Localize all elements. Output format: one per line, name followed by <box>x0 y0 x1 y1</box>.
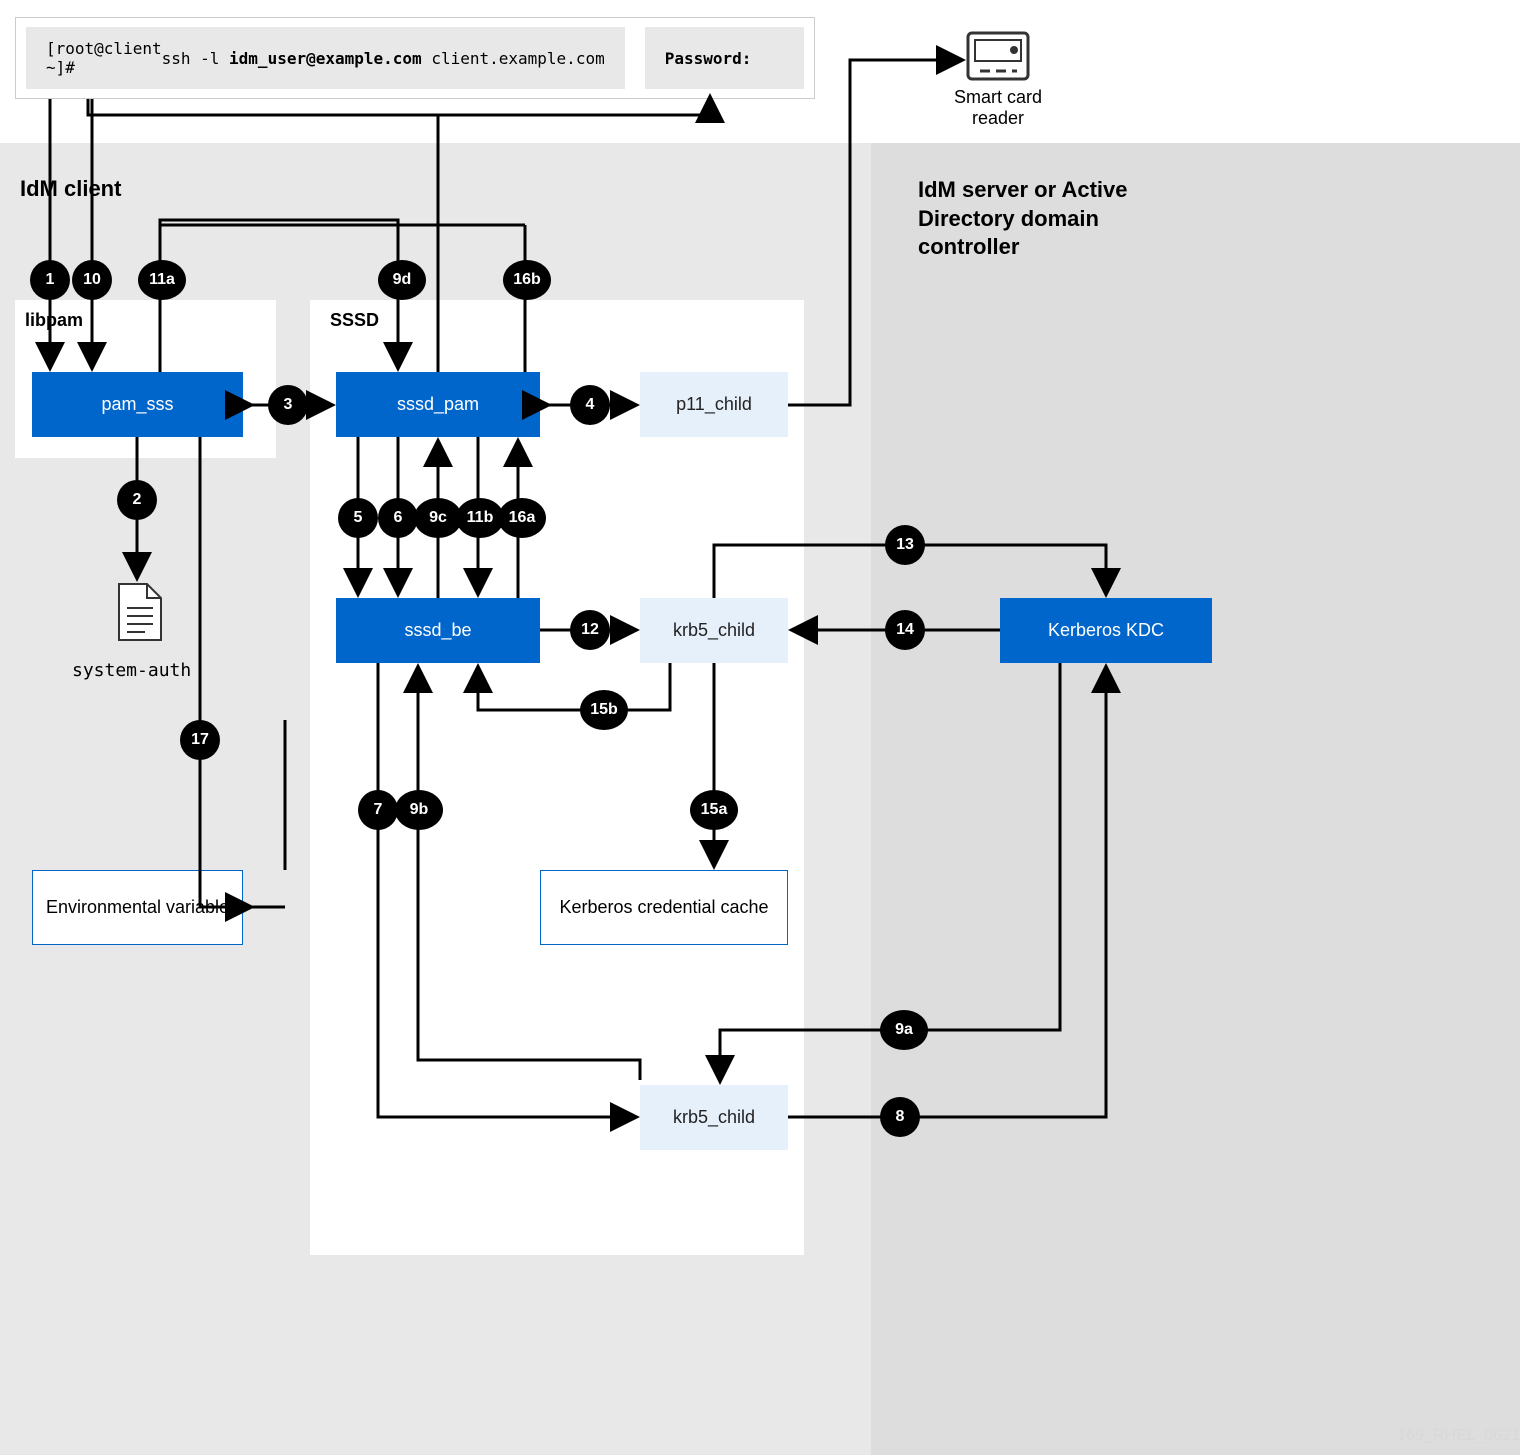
idm-client-label: IdM client <box>20 176 121 202</box>
document-icon <box>117 582 163 647</box>
terminal-ssh-1: ssh -l <box>162 49 229 68</box>
krb5-child-1-box: krb5_child <box>640 598 788 663</box>
badge-13: 13 <box>885 525 925 565</box>
kerberos-credential-cache-box: Kerberos credential cache <box>540 870 788 945</box>
system-auth-label: system-auth <box>72 660 191 681</box>
terminal-password-box: Password: <box>645 27 804 89</box>
badge-14: 14 <box>885 610 925 650</box>
pam-sss-box: pam_sss <box>32 372 243 437</box>
badge-9a: 9a <box>880 1010 928 1050</box>
badge-17: 17 <box>180 720 220 760</box>
badge-9d: 9d <box>378 260 426 300</box>
badge-9b: 9b <box>395 790 443 830</box>
krb5-child-2-box: krb5_child <box>640 1085 788 1150</box>
idm-server-background <box>871 143 1520 1455</box>
footer-code: 169_RHEL_0621 <box>1397 1427 1520 1445</box>
sssd-pam-box: sssd_pam <box>336 372 540 437</box>
terminal-prompt: [root@client ~]# <box>46 39 162 77</box>
badge-8: 8 <box>880 1097 920 1137</box>
terminal-ssh-2: client.example.com <box>422 49 605 68</box>
environmental-variable-box: Environmental variable <box>32 870 243 945</box>
badge-11b: 11b <box>456 498 504 538</box>
smartcard-reader-label: Smart card reader <box>936 87 1060 129</box>
badge-10: 10 <box>72 260 112 300</box>
idm-server-label: IdM server or Active Directory domain co… <box>918 176 1178 262</box>
smartcard-reader-icon <box>966 31 1030 86</box>
kerberos-kdc-box: Kerberos KDC <box>1000 598 1212 663</box>
badge-11a: 11a <box>138 260 186 300</box>
terminal-password-label: Password: <box>665 49 752 68</box>
libpam-label: libpam <box>25 310 83 331</box>
badge-4: 4 <box>570 385 610 425</box>
terminal-container: [root@client ~]# ssh -l idm_user@example… <box>15 17 815 99</box>
badge-9c: 9c <box>414 498 462 538</box>
badge-16a: 16a <box>498 498 546 538</box>
badge-16b: 16b <box>503 260 551 300</box>
badge-15b: 15b <box>580 690 628 730</box>
badge-7: 7 <box>358 790 398 830</box>
badge-15a: 15a <box>690 790 738 830</box>
p11-child-box: p11_child <box>640 372 788 437</box>
badge-2: 2 <box>117 480 157 520</box>
terminal-ssh-box: [root@client ~]# ssh -l idm_user@example… <box>26 27 625 89</box>
sssd-be-box: sssd_be <box>336 598 540 663</box>
badge-3: 3 <box>268 385 308 425</box>
terminal-ssh-user: idm_user@example.com <box>229 49 422 68</box>
badge-1: 1 <box>30 260 70 300</box>
badge-6: 6 <box>378 498 418 538</box>
badge-12: 12 <box>570 610 610 650</box>
badge-5: 5 <box>338 498 378 538</box>
sssd-label: SSSD <box>330 310 379 331</box>
